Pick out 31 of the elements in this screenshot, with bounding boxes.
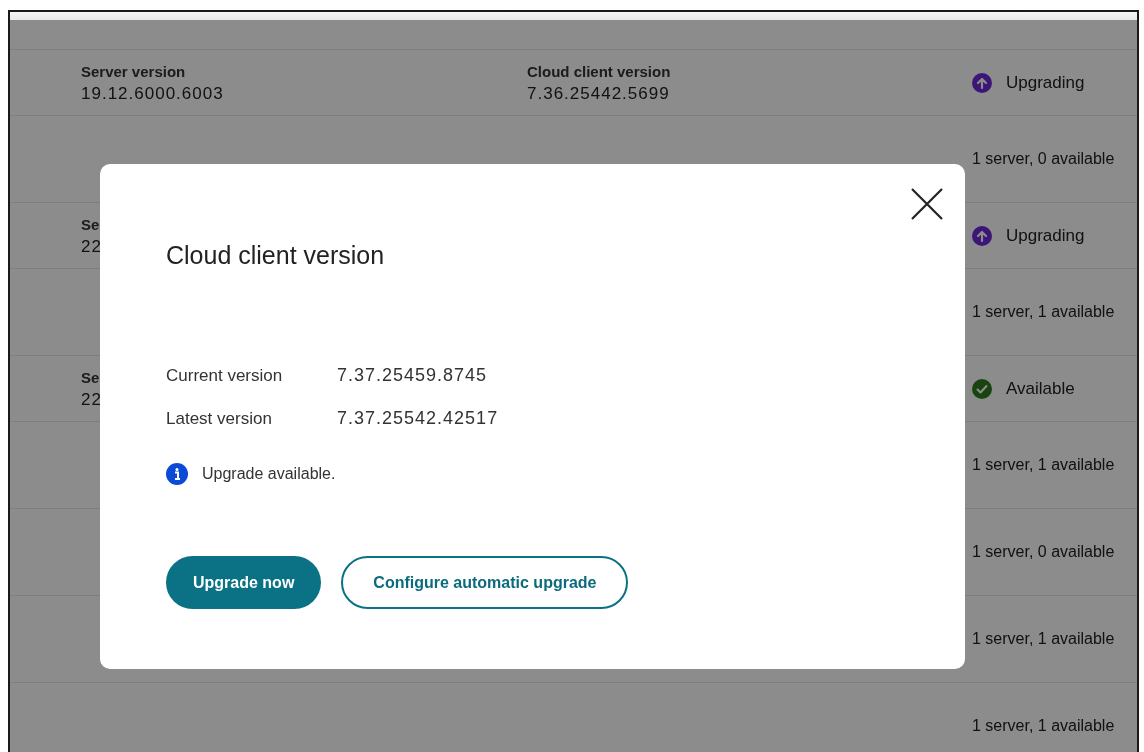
dialog-title: Cloud client version <box>166 240 385 270</box>
version-value: 7.36.25442.5699 <box>527 82 670 105</box>
message-text: Upgrade available. <box>202 464 336 484</box>
check-circle-icon <box>972 378 992 399</box>
close-icon <box>911 188 943 220</box>
server-count-text: 1 server, 1 available <box>972 302 1116 322</box>
field-label: Latest version <box>166 407 273 430</box>
server-count-text: 1 server, 1 available <box>972 716 1116 736</box>
column-label: Server version <box>81 61 186 82</box>
status-text: Upgrading <box>1006 224 1085 247</box>
field-value: 7.37.25542.42517 <box>337 407 499 430</box>
info-icon <box>166 463 188 485</box>
status-text: Upgrading <box>1006 71 1085 94</box>
server-count-text: 1 server, 0 available <box>972 149 1116 169</box>
upgrade-now-button[interactable]: Upgrade now <box>166 556 322 609</box>
column-label: Se <box>81 214 100 235</box>
close-button[interactable] <box>909 186 945 222</box>
version-value: 22 <box>81 388 102 411</box>
field-label: Current version <box>166 364 284 387</box>
server-count-text: 1 server, 0 available <box>972 542 1116 562</box>
field-value: 7.37.25459.8745 <box>337 364 488 387</box>
version-value: 19.12.6000.6003 <box>81 82 224 105</box>
server-count-text: 1 server, 1 available <box>972 629 1116 649</box>
arrow-up-circle-icon <box>972 225 992 246</box>
configure-upgrade-button[interactable]: Configure automatic upgrade <box>341 556 629 609</box>
version-value: 22 <box>81 235 102 258</box>
column-label: Cloud client version <box>527 61 671 82</box>
status-text: Available <box>1006 377 1075 400</box>
server-count-text: 1 server, 1 available <box>972 455 1116 475</box>
arrow-up-circle-icon <box>972 72 992 93</box>
column-label: Se <box>81 367 100 388</box>
